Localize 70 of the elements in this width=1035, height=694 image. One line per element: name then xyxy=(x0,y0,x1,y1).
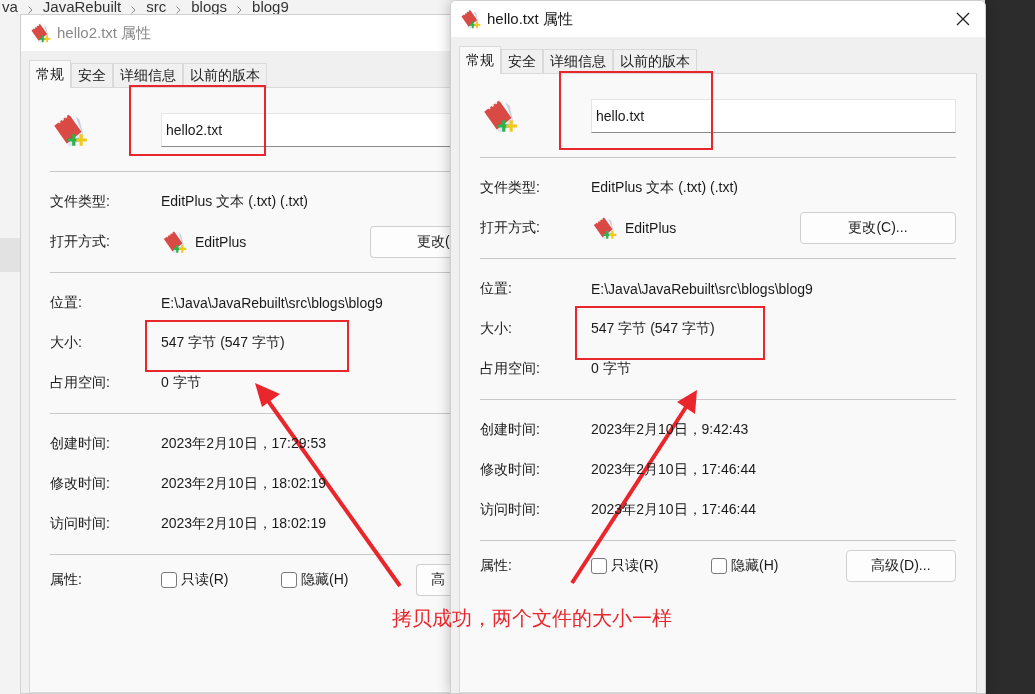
tab[interactable]: 详细信息 xyxy=(543,49,613,73)
field-value: 2023年2月10日，18:02:19 xyxy=(161,515,326,533)
chevron-icon xyxy=(27,6,33,14)
checkbox-square[interactable] xyxy=(281,572,297,588)
breadcrumb-item[interactable]: src xyxy=(146,0,167,14)
tab[interactable]: 详细信息 xyxy=(113,63,183,87)
tab[interactable]: 安全 xyxy=(71,63,113,87)
field-label: 访问时间: xyxy=(50,515,111,533)
field-label: 创建时间: xyxy=(480,421,541,439)
field-label: 占用空间: xyxy=(50,374,111,392)
app-icon xyxy=(29,22,51,44)
field-label: 文件类型: xyxy=(50,193,111,211)
file-name-field[interactable]: hello.txt xyxy=(591,98,956,133)
field-value: 0 字节 xyxy=(591,360,631,378)
field-value: EditPlus 文本 (.txt) (.txt) xyxy=(161,193,308,211)
checkbox[interactable]: 只读(R) xyxy=(161,571,281,589)
advanced-button[interactable]: 高 xyxy=(416,564,450,596)
chevron-icon xyxy=(131,6,137,14)
checkbox-square[interactable] xyxy=(711,558,727,574)
window-title: hello.txt 属性 xyxy=(487,9,574,29)
breadcrumb-item[interactable]: blogs xyxy=(191,0,228,14)
field-value: E:\Java\JavaRebuilt\src\blogs\blog9 xyxy=(591,281,813,297)
field-label: 创建时间: xyxy=(50,435,111,453)
field-value: 2023年2月10日，18:02:19 xyxy=(161,475,326,493)
breadcrumb-item[interactable]: blog9 xyxy=(252,0,289,14)
change-button[interactable]: 更改(C)... xyxy=(800,212,956,244)
breadcrumb-item[interactable]: va xyxy=(2,0,18,14)
checkbox[interactable]: 隐藏(H) xyxy=(281,571,401,589)
breadcrumb-item[interactable]: JavaRebuilt xyxy=(42,0,122,14)
field-label: 位置: xyxy=(50,294,83,312)
app-icon xyxy=(459,8,481,30)
field-label: 大小: xyxy=(480,320,513,338)
field-label: 打开方式: xyxy=(480,219,541,237)
field-value: EditPlus xyxy=(625,220,677,236)
chevron-icon xyxy=(237,6,243,14)
checkbox-square[interactable] xyxy=(591,558,607,574)
field-value: E:\Java\JavaRebuilt\src\blogs\blog9 xyxy=(161,295,383,311)
field-label: 位置: xyxy=(480,280,513,298)
field-label: 访问时间: xyxy=(480,501,541,519)
tab[interactable]: 常规 xyxy=(459,46,501,74)
field-value: 547 字节 (547 字节) xyxy=(591,320,715,338)
field-label: 大小: xyxy=(50,334,83,352)
sidebar-item-highlight xyxy=(0,238,20,272)
field-value: EditPlus 文本 (.txt) (.txt) xyxy=(591,179,738,197)
annotation-caption: 拷贝成功，两个文件的大小一样 xyxy=(392,606,672,631)
checkbox[interactable]: 只读(R) xyxy=(591,557,711,575)
checkbox-square[interactable] xyxy=(161,572,177,588)
file-name-field[interactable]: hello2.txt xyxy=(161,112,450,147)
field-label: 修改时间: xyxy=(480,461,541,479)
checkbox[interactable]: 隐藏(H) xyxy=(711,557,831,575)
field-label: 属性: xyxy=(50,571,83,589)
field-value: 547 字节 (547 字节) xyxy=(161,334,285,352)
field-value: 0 字节 xyxy=(161,374,201,392)
notepad-icon xyxy=(161,229,187,255)
field-label: 修改时间: xyxy=(50,475,111,493)
chevron-icon xyxy=(176,6,182,14)
tab[interactable]: 常规 xyxy=(29,60,71,88)
tab[interactable]: 安全 xyxy=(501,49,543,73)
close-icon xyxy=(956,12,970,26)
field-label: 打开方式: xyxy=(50,233,111,251)
field-value: EditPlus xyxy=(195,234,247,250)
window-title: hello2.txt 属性 xyxy=(57,23,153,43)
field-label: 文件类型: xyxy=(480,179,541,197)
tab[interactable]: 以前的版本 xyxy=(613,49,697,73)
change-button[interactable]: 更改( xyxy=(370,226,450,258)
field-label: 占用空间: xyxy=(480,360,541,378)
tab[interactable]: 以前的版本 xyxy=(183,63,267,87)
field-label: 属性: xyxy=(480,557,513,575)
notepad-icon xyxy=(591,215,617,241)
advanced-button[interactable]: 高级(D)... xyxy=(846,550,956,582)
